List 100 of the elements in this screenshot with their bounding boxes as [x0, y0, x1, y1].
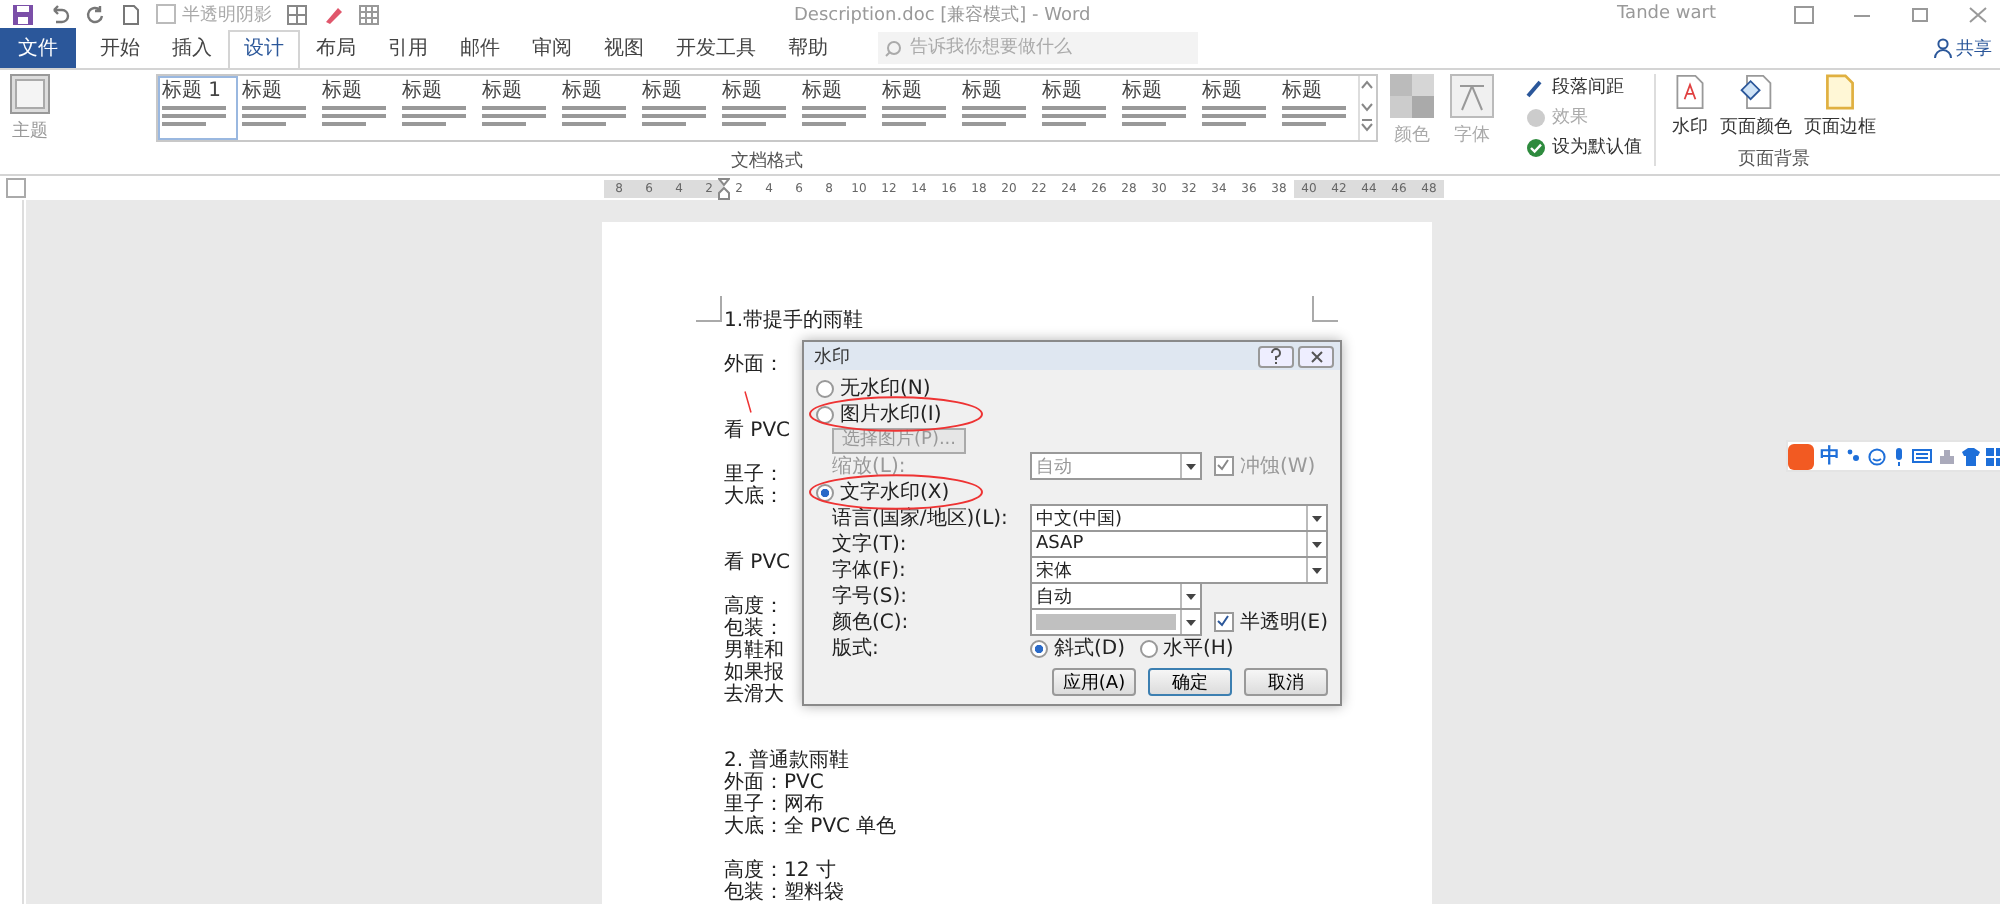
- set-default-button[interactable]: 设为默认值: [1526, 134, 1642, 160]
- shirt-icon[interactable]: [1962, 447, 1980, 465]
- ribbon-tab[interactable]: 邮件: [444, 29, 516, 67]
- style-thumbnail[interactable]: 标题: [398, 76, 478, 140]
- font-glyph-icon: [1450, 74, 1494, 118]
- style-thumbnail[interactable]: 标题: [238, 76, 318, 140]
- style-thumbnail[interactable]: 标题: [318, 76, 398, 140]
- more-icon[interactable]: [1360, 116, 1374, 136]
- ribbon-tab[interactable]: 开发工具: [660, 29, 772, 67]
- checkmark-icon: [1215, 614, 1230, 628]
- ribbon-tab[interactable]: 审阅: [516, 29, 588, 67]
- document-text-line: 去滑大: [724, 684, 784, 706]
- field-label: 字体(F):: [832, 557, 908, 584]
- dropdown-field[interactable]: 自动: [1030, 582, 1202, 610]
- dialog-button[interactable]: 应用(A): [1052, 668, 1136, 696]
- pen-icon[interactable]: [322, 3, 344, 25]
- table-icon[interactable]: [286, 3, 308, 25]
- maximize-icon[interactable]: [1910, 5, 1930, 23]
- document-letter-icon: [1674, 74, 1706, 110]
- style-thumbnail[interactable]: 标题: [478, 76, 558, 140]
- dropdown-arrow-icon: [1186, 463, 1196, 469]
- document-text-line: 里子：: [724, 464, 784, 486]
- grid-icon[interactable]: [358, 3, 380, 25]
- style-thumbnail[interactable]: 标题: [1278, 76, 1358, 140]
- document-text-line: 高度：12 寸: [724, 860, 836, 882]
- checkbox[interactable]: [1214, 456, 1234, 476]
- help-icon: [1270, 348, 1282, 364]
- microphone-icon[interactable]: [1892, 447, 1906, 465]
- group-label: 页面背景: [1738, 147, 1810, 172]
- tab-selector-icon[interactable]: [6, 178, 26, 198]
- document-text-line: 高度：: [724, 596, 784, 618]
- ribbon-tab[interactable]: 文件: [0, 27, 76, 69]
- dropdown-arrow-icon: [1186, 593, 1196, 599]
- page-background-button[interactable]: 页面颜色: [1716, 74, 1796, 140]
- checkbox-label: 半透明(E): [1239, 609, 1328, 636]
- radio-label: 无水印(N): [840, 375, 931, 402]
- document-text-line: 1.带提手的雨鞋: [724, 310, 864, 332]
- ribbon-tab[interactable]: 视图: [588, 29, 660, 67]
- ribbon-display-icon[interactable]: [1794, 5, 1814, 23]
- field-label: 颜色(C):: [832, 609, 911, 636]
- document-text-line: 大底：: [724, 486, 784, 508]
- paragraph-spacing-button[interactable]: 段落间距: [1526, 74, 1642, 100]
- theme-icon: [10, 74, 50, 114]
- dialog-button[interactable]: 确定: [1148, 668, 1232, 696]
- grid-icon[interactable]: [1986, 447, 2000, 465]
- document-icon[interactable]: [120, 3, 142, 25]
- style-thumbnail[interactable]: 标题: [1118, 76, 1198, 140]
- page-background-button[interactable]: 页面边框: [1800, 74, 1880, 140]
- share-button[interactable]: 共享: [1934, 35, 1992, 61]
- document-text-line: 包装：: [724, 618, 784, 640]
- document-text-line: 里子：网布: [724, 794, 824, 816]
- page-background-button[interactable]: 水印: [1668, 74, 1712, 140]
- style-thumbnail[interactable]: 标题: [558, 76, 638, 140]
- ribbon-tab[interactable]: 开始: [84, 29, 156, 67]
- input-language-toggle[interactable]: 中: [1820, 442, 1840, 470]
- check-circle-icon: [1526, 137, 1546, 157]
- redo-icon[interactable]: [84, 3, 106, 25]
- checkbox[interactable]: [1213, 612, 1234, 632]
- dialog-button[interactable]: 取消: [1244, 668, 1328, 696]
- radio-label: 斜式(D): [1054, 635, 1126, 662]
- smiley-icon[interactable]: [1868, 447, 1886, 465]
- style-thumbnail[interactable]: 标题: [1198, 76, 1278, 140]
- ribbon-tab[interactable]: 插入: [156, 29, 228, 67]
- ribbon-tab[interactable]: 帮助: [772, 29, 844, 67]
- field-label: 字号(S):: [832, 583, 910, 610]
- style-thumbnail[interactable]: 标题 1: [158, 76, 238, 140]
- dropdown-arrow-icon: [1312, 567, 1322, 573]
- field-label: 语言(国家/地区)(L):: [832, 505, 1010, 532]
- style-thumbnail[interactable]: 标题: [958, 76, 1038, 140]
- indent-marker-icon[interactable]: [718, 177, 730, 199]
- radio-button[interactable]: [1139, 639, 1158, 657]
- search-field[interactable]: 告诉我你想要做什么: [878, 32, 1198, 64]
- radio-button[interactable]: [1030, 639, 1048, 657]
- ribbon-tab[interactable]: 引用: [372, 29, 444, 67]
- radio-button[interactable]: [816, 379, 834, 397]
- effects-icon: [1526, 107, 1546, 127]
- style-thumbnail[interactable]: 标题: [878, 76, 958, 140]
- ribbon-tab[interactable]: 设计: [228, 29, 300, 67]
- dropdown-field[interactable]: 宋体: [1030, 556, 1328, 584]
- punctuation-icon[interactable]: [1846, 448, 1862, 464]
- color-squares-icon: [1390, 74, 1434, 118]
- dropdown-field[interactable]: 中文(中国): [1030, 504, 1328, 532]
- ribbon-tab[interactable]: 布局: [300, 29, 372, 67]
- close-button[interactable]: [1298, 345, 1334, 367]
- keyboard-icon[interactable]: [1912, 448, 1932, 464]
- style-thumbnail[interactable]: 标题: [1038, 76, 1118, 140]
- checkbox-label: 冲蚀(W): [1240, 453, 1316, 480]
- style-thumbnail[interactable]: 标题: [718, 76, 798, 140]
- style-thumbnail[interactable]: 标题: [798, 76, 878, 140]
- close-icon[interactable]: [1968, 5, 1988, 23]
- color-dropdown[interactable]: [1030, 608, 1202, 636]
- radio-label: 图片水印(I): [840, 401, 942, 428]
- dropdown-field[interactable]: ASAP: [1030, 530, 1328, 558]
- help-button[interactable]: [1258, 345, 1294, 367]
- style-thumbnail[interactable]: 标题: [638, 76, 718, 140]
- save-icon[interactable]: [12, 3, 34, 25]
- brush-icon: [1526, 77, 1546, 97]
- undo-icon[interactable]: [48, 3, 70, 25]
- input-method-logo-icon[interactable]: [1788, 443, 1814, 469]
- shadow-checkbox[interactable]: [156, 4, 176, 24]
